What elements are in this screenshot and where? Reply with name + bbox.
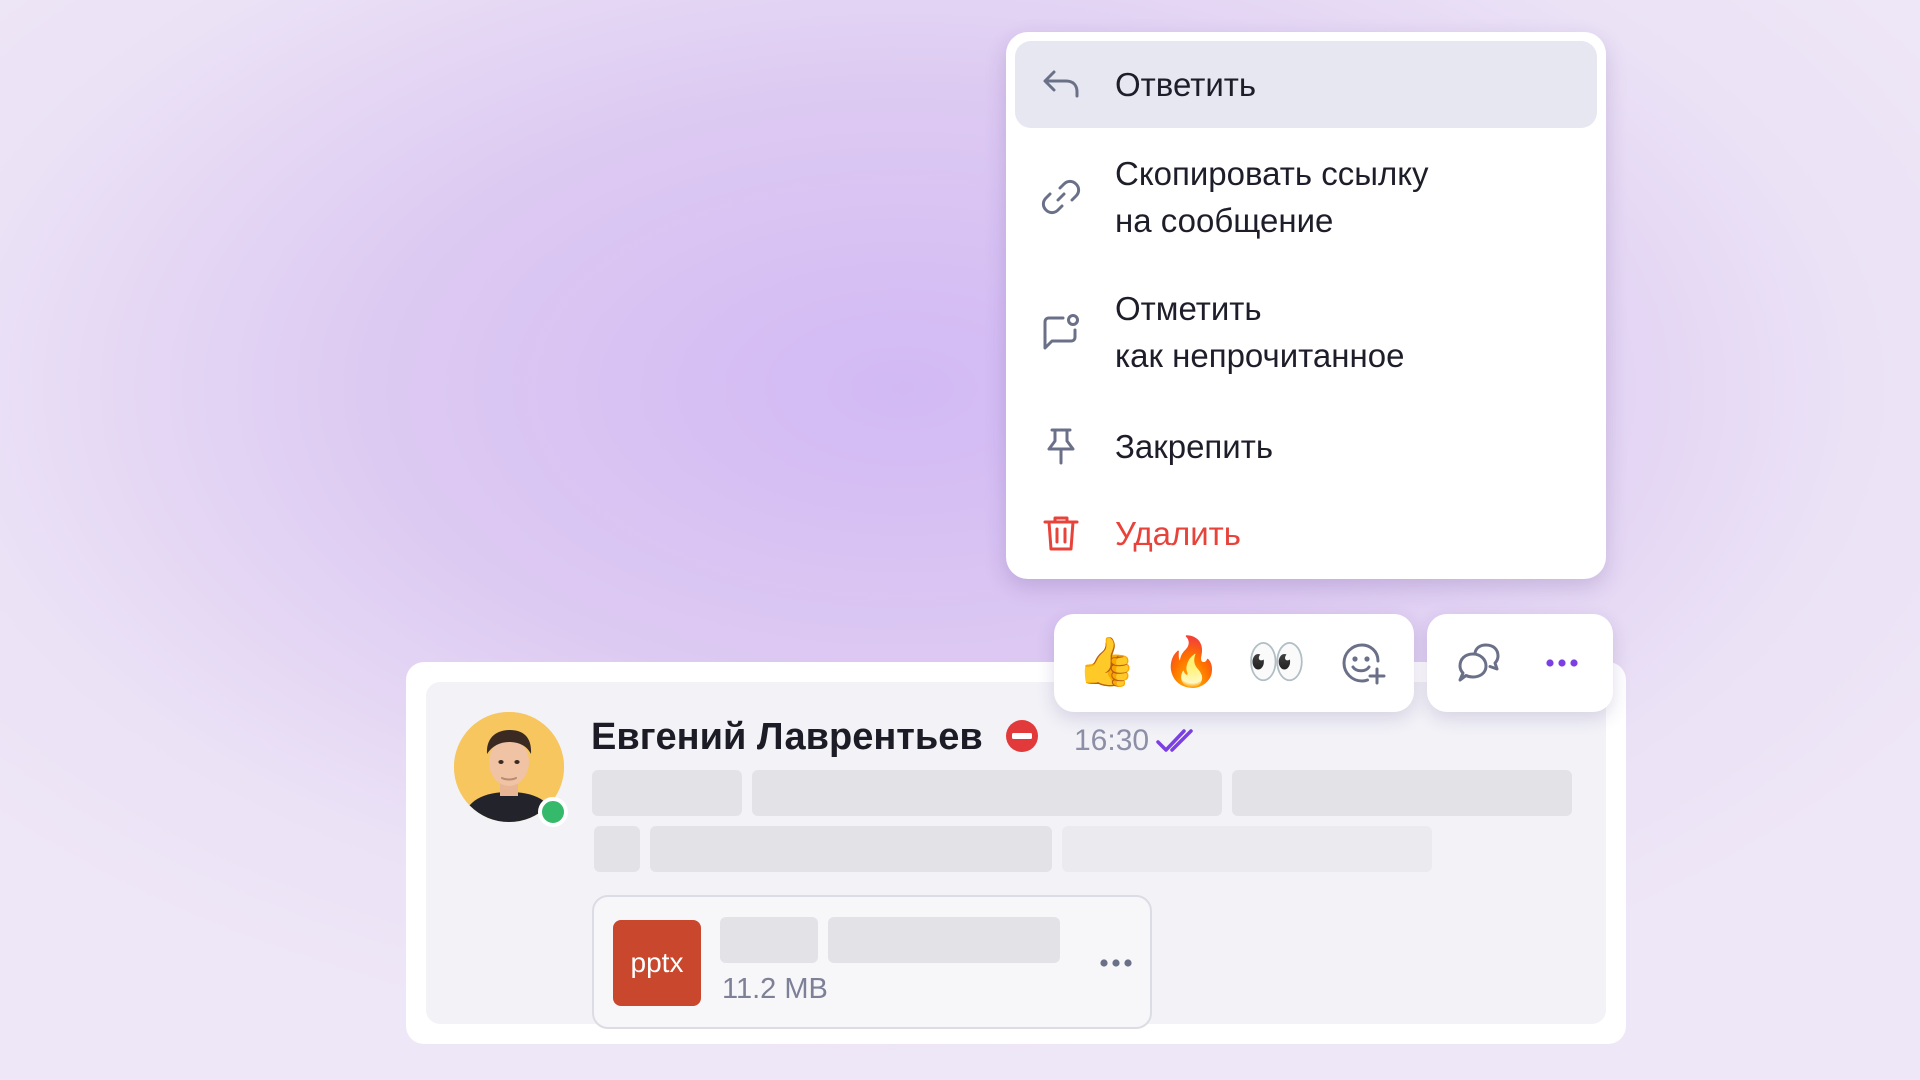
menu-item-copy-link[interactable]: Скопировать ссылку на сообщение xyxy=(1015,137,1597,257)
menu-item-mark-unread[interactable]: Отметить как непрочитанное xyxy=(1015,272,1597,392)
trash-icon xyxy=(1039,511,1083,555)
text-skeleton xyxy=(1062,826,1432,872)
menu-item-label: Ответить xyxy=(1115,66,1257,103)
reply-in-thread-button[interactable] xyxy=(1441,625,1517,701)
file-name-skeleton xyxy=(720,917,818,963)
text-skeleton xyxy=(592,770,742,816)
text-skeleton xyxy=(752,770,1222,816)
file-size: 11.2 MB xyxy=(722,973,828,1005)
text-skeleton xyxy=(650,826,1052,872)
text-skeleton xyxy=(594,826,640,872)
add-reaction-icon xyxy=(1341,643,1385,685)
pin-icon xyxy=(1039,424,1083,468)
message-action-toolbar xyxy=(1427,614,1613,712)
more-horizontal-icon xyxy=(1545,659,1578,667)
reaction-toolbar: 👍 🔥 👀 xyxy=(1054,614,1414,712)
reaction-eyes[interactable]: 👀 xyxy=(1239,625,1315,701)
more-horizontal-icon xyxy=(1100,959,1132,967)
message-highlight[interactable]: Евгений Лаврентьев 16:30 pptx 11.2 MB xyxy=(426,682,1606,1029)
file-more-button[interactable] xyxy=(1088,943,1144,983)
menu-item-label: Удалить xyxy=(1115,514,1241,552)
read-double-check-icon xyxy=(1156,729,1193,752)
mark-unread-icon xyxy=(1039,310,1083,354)
thread-icon xyxy=(1458,643,1499,682)
reaction-thumbs-up[interactable]: 👍 xyxy=(1069,625,1145,701)
link-icon xyxy=(1039,175,1083,219)
menu-item-label: Закрепить xyxy=(1115,427,1274,465)
message-card: Евгений Лаврентьев 16:30 pptx 11.2 MB xyxy=(406,662,1626,1044)
message-context-menu: Ответить Скопировать ссылку на сообщение… xyxy=(1006,32,1606,579)
reply-icon xyxy=(1039,63,1083,107)
message-time: 16:30 xyxy=(1074,724,1150,757)
menu-item-pin[interactable]: Закрепить xyxy=(1015,407,1597,485)
more-actions-button[interactable] xyxy=(1524,625,1600,701)
menu-item-reply[interactable]: Ответить xyxy=(1015,41,1597,128)
menu-item-label: Отметить как непрочитанное xyxy=(1115,290,1405,374)
file-type-badge: pptx xyxy=(613,920,701,1006)
file-name-skeleton xyxy=(828,917,1060,963)
add-reaction-button[interactable] xyxy=(1324,625,1400,701)
file-attachment[interactable]: pptx 11.2 MB xyxy=(592,895,1152,1029)
message-author[interactable]: Евгений Лаврентьев xyxy=(591,716,983,759)
menu-item-label: Скопировать ссылку на сообщение xyxy=(1115,155,1429,239)
menu-item-delete[interactable]: Удалить xyxy=(1015,494,1597,572)
reaction-fire[interactable]: 🔥 xyxy=(1154,625,1230,701)
do-not-disturb-icon xyxy=(1006,720,1038,752)
text-skeleton xyxy=(1232,770,1572,816)
online-status-indicator xyxy=(538,797,568,827)
